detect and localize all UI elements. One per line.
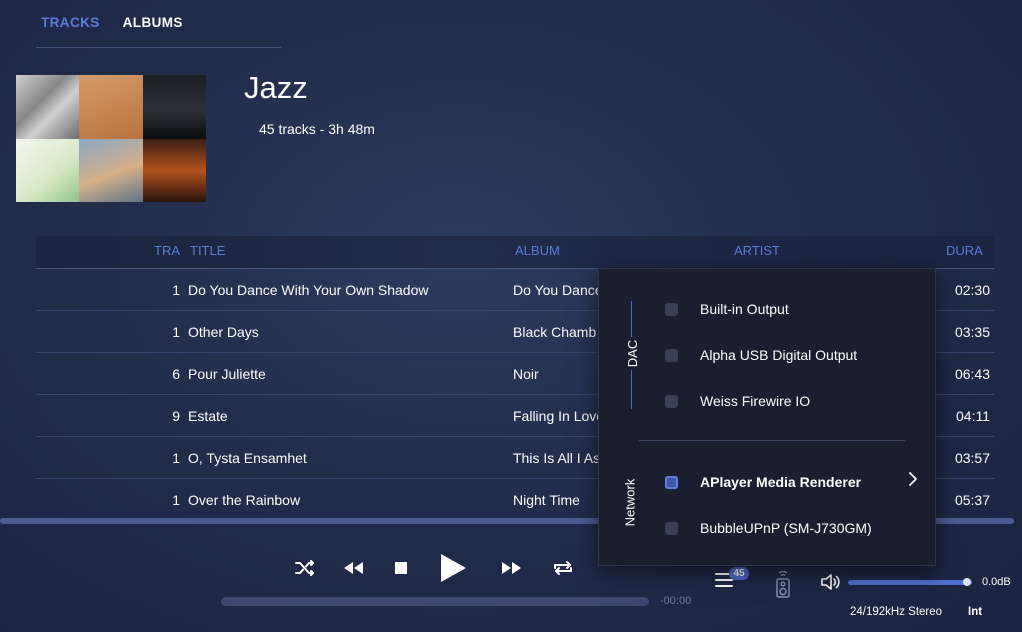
output-device-button[interactable] xyxy=(775,569,791,604)
output-checkbox[interactable] xyxy=(665,348,678,362)
output-checkbox[interactable] xyxy=(665,394,678,408)
track-title: Over the Rainbow xyxy=(188,492,301,508)
track-album: This Is All I As xyxy=(513,450,601,466)
rewind-icon xyxy=(344,562,363,574)
column-header-title[interactable]: TITLE xyxy=(190,243,225,258)
playlist-title: Jazz xyxy=(244,70,308,105)
column-header-artist[interactable]: ARTIST xyxy=(734,243,780,258)
menu-separator xyxy=(639,440,905,441)
track-duration: 02:30 xyxy=(954,282,990,298)
track-title: Other Days xyxy=(188,324,259,340)
cover-tile xyxy=(16,138,80,202)
playlist-cover xyxy=(16,75,206,202)
output-option[interactable]: Built-in Output xyxy=(665,298,789,320)
cover-tile xyxy=(79,75,143,139)
shuffle-icon xyxy=(295,560,314,576)
output-device-menu: DAC Built-in Output Alpha USB Digital Ou… xyxy=(598,268,936,566)
transport-controls xyxy=(290,553,580,585)
track-title: Pour Juliette xyxy=(188,366,266,382)
queue-count-badge: 45 xyxy=(729,567,749,580)
time-remaining: -00:00 xyxy=(660,595,692,607)
track-album: Falling In Love xyxy=(513,408,605,424)
chevron-right-icon xyxy=(909,472,917,486)
stop-button[interactable] xyxy=(394,553,408,583)
track-duration: 03:35 xyxy=(954,324,990,340)
track-duration: 05:37 xyxy=(954,492,990,508)
repeat-icon xyxy=(554,561,572,575)
track-number: 1 xyxy=(172,282,180,298)
output-checkbox[interactable] xyxy=(665,475,678,489)
tab-albums[interactable]: ALBUMS xyxy=(123,15,183,30)
output-checkbox[interactable] xyxy=(665,521,678,535)
play-icon xyxy=(441,554,466,582)
column-header-duration[interactable]: DURA xyxy=(946,243,983,258)
play-button[interactable] xyxy=(438,553,468,583)
network-group-label: Network xyxy=(622,478,638,527)
tab-tracks[interactable]: TRACKS xyxy=(41,15,100,30)
cover-tile xyxy=(142,75,206,139)
output-option-label: APlayer Media Renderer xyxy=(700,474,862,490)
rewind-button[interactable] xyxy=(342,553,366,583)
cover-tile xyxy=(79,138,143,202)
track-album: Noir xyxy=(513,366,539,382)
column-header-track[interactable]: TRA xyxy=(154,243,180,258)
track-album: Black Chamb xyxy=(513,324,597,340)
dac-group-label: DAC xyxy=(625,336,641,371)
track-number: 1 xyxy=(172,450,180,466)
cover-tile xyxy=(142,138,206,202)
output-option[interactable]: BubbleUPnP (SM-J730GM) xyxy=(665,517,872,539)
track-title: O, Tysta Ensamhet xyxy=(188,450,307,466)
volume-button[interactable] xyxy=(820,573,842,596)
output-option-label: Weiss Firewire IO xyxy=(700,393,811,409)
volume-slider[interactable] xyxy=(848,580,972,585)
track-album: Do You Dance xyxy=(513,282,603,298)
track-duration: 06:43 xyxy=(954,366,990,382)
output-mode[interactable]: Int xyxy=(968,606,982,618)
cover-tile xyxy=(16,75,80,139)
speaker-device-icon xyxy=(776,570,790,598)
submenu-button[interactable] xyxy=(908,472,918,491)
track-number: 6 xyxy=(172,366,180,382)
track-album: Night Time xyxy=(513,492,580,508)
shuffle-button[interactable] xyxy=(294,553,316,583)
repeat-button[interactable] xyxy=(552,553,574,583)
output-option[interactable]: Weiss Firewire IO xyxy=(665,390,810,412)
seek-bar[interactable] xyxy=(221,597,649,606)
playlist-summary: 45 tracks - 3h 48m xyxy=(259,121,375,137)
track-duration: 04:11 xyxy=(956,408,990,424)
track-table-header: TRA TITLE ALBUM ARTIST DURA xyxy=(36,236,994,269)
track-duration: 03:57 xyxy=(954,450,990,466)
stop-icon xyxy=(395,562,407,574)
output-option-label: BubbleUPnP (SM-J730GM) xyxy=(700,520,872,536)
output-option-label: Built-in Output xyxy=(700,301,789,317)
track-number: 9 xyxy=(172,408,180,424)
track-number: 1 xyxy=(172,492,180,508)
output-checkbox[interactable] xyxy=(665,302,678,316)
track-number: 1 xyxy=(172,324,180,340)
volume-value: 0.0dB xyxy=(982,576,1011,588)
fast-forward-icon xyxy=(502,562,521,574)
nav-divider xyxy=(36,47,281,48)
track-title: Do You Dance With Your Own Shadow xyxy=(188,282,429,298)
volume-slider-handle[interactable] xyxy=(963,578,972,586)
output-option[interactable]: Alpha USB Digital Output xyxy=(665,344,857,366)
fast-forward-button[interactable] xyxy=(499,553,523,583)
top-nav: TRACKS ALBUMS xyxy=(41,15,183,30)
audio-format: 24/192kHz Stereo xyxy=(850,606,943,618)
track-title: Estate xyxy=(188,408,228,424)
volume-icon xyxy=(821,574,840,590)
output-option-label: Alpha USB Digital Output xyxy=(700,347,858,363)
column-header-album[interactable]: ALBUM xyxy=(515,243,560,258)
output-option-selected[interactable]: APlayer Media Renderer xyxy=(665,471,861,493)
